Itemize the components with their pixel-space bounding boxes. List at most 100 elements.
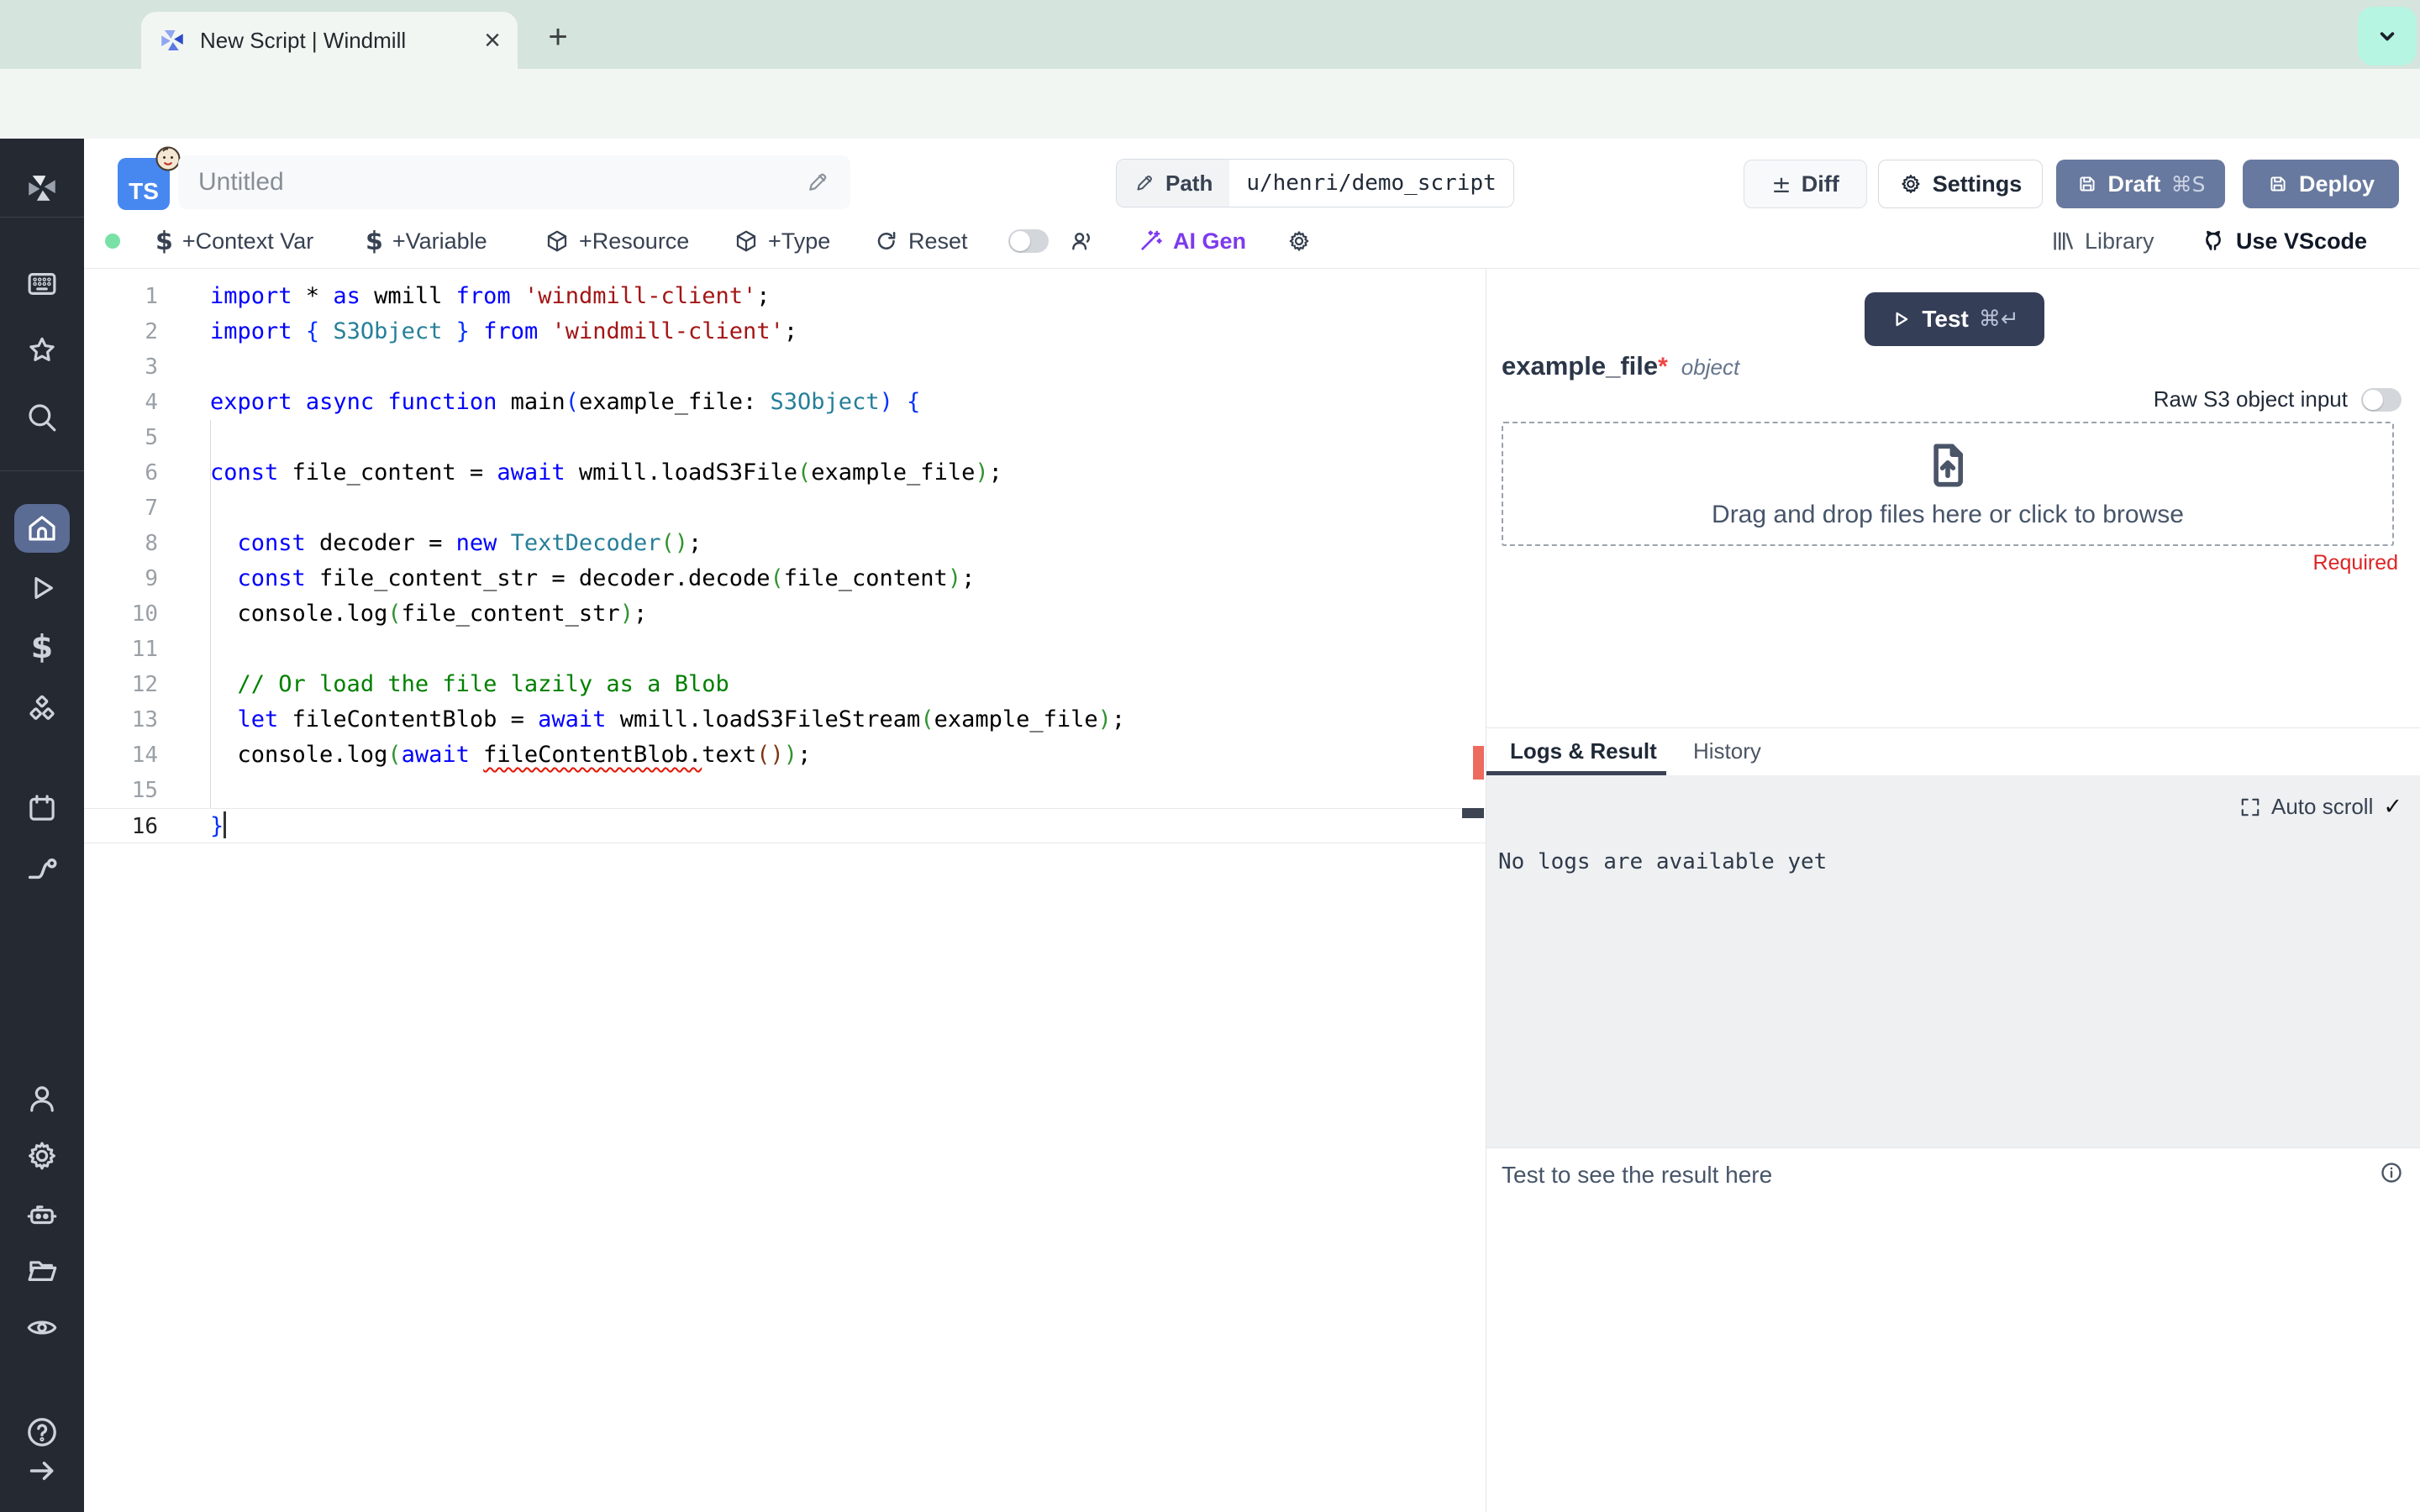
tab-logs-result[interactable]: Logs & Result [1510,738,1657,764]
use-vscode-button[interactable]: Use VScode [2200,214,2367,268]
sidebar-item-variables[interactable]: $ [0,631,84,663]
save-icon [2079,176,2095,192]
add-variable-button[interactable]: $ +Variable [366,214,487,268]
code-line-1[interactable]: 1 import * as wmill from 'windmill-client… [84,279,1486,314]
test-button[interactable]: Test ⌘↵ [1865,292,2044,346]
script-summary-input[interactable]: Untitled [178,155,850,209]
sidebar-item-folders[interactable] [0,1252,84,1288]
sidebar-item-resources[interactable] [0,692,84,727]
info-icon[interactable] [2379,1160,2404,1185]
line-content [158,420,210,455]
diff-mode-toggle[interactable] [1008,214,1049,268]
code-line-2[interactable]: 2 import { S3Object } from 'windmill-clie… [84,314,1486,349]
save-icon [2270,176,2286,192]
auto-scroll-control[interactable]: Auto scroll ✓ [2239,794,2402,820]
line-number: 14 [131,743,158,768]
path-value: u/henri/demo_script [1229,160,1513,207]
code-line-5[interactable]: 5 [84,420,1486,455]
code-line-8[interactable]: 8 const decoder = new TextDecoder(); [84,526,1486,561]
multiplayer-button[interactable] [1069,214,1096,268]
app-sidebar: $ [0,139,84,1512]
gear-icon [1289,231,1309,251]
sidebar-item-workspace[interactable] [0,266,84,302]
add-type-label: +Type [768,228,831,254]
sidebar-item-workers[interactable] [0,1196,84,1231]
ai-gen-label: AI Gen [1173,228,1247,254]
line-content [158,491,210,526]
line-content: console.log(file_content_str); [210,601,648,627]
library-label: Library [2085,228,2154,254]
new-tab-button[interactable]: + [539,18,576,55]
windmill-logo[interactable] [0,171,84,206]
sidebar-item-runs[interactable] [0,570,84,606]
preview-panel: Test ⌘↵ example_file * object Raw S3 obj… [1486,269,2420,1512]
tab-search-button[interactable] [2358,7,2417,66]
sidebar-item-schedules[interactable] [0,790,84,826]
code-line-4[interactable]: 4 export async function main(example_file… [84,385,1486,420]
code-line-10[interactable]: 10 console.log(file_content_str); [84,596,1486,632]
code-line-6[interactable]: 6 const file_content = await wmill.loadS3… [84,455,1486,491]
reset-button[interactable]: Reset [874,214,968,268]
line-content: import * as wmill from 'windmill-client'… [210,283,771,309]
sidebar-item-favorites[interactable] [0,333,84,368]
auto-scroll-label: Auto scroll [2270,794,2374,819]
tab-close-icon[interactable]: × [484,26,501,55]
argument-header: example_file * object [1502,351,1739,381]
overview-ruler-error-marker [1473,746,1484,780]
script-summary-value: Untitled [198,168,284,196]
package-icon [736,230,756,252]
file-dropzone[interactable]: Drag and drop files here or click to bro… [1502,422,2394,546]
line-content: let fileContentBlob = await wmill.loadS3… [237,706,1126,732]
sidebar-item-user[interactable] [0,1081,84,1116]
sidebar-item-audit[interactable] [0,1310,84,1345]
code-line-3[interactable]: 3 [84,349,1486,385]
line-content: const file_content = await wmill.loadS3F… [210,459,1002,486]
line-number: 11 [131,637,158,662]
browser-tab[interactable]: New Script | Windmill × [141,12,518,69]
draft-button[interactable]: Draft ⌘S [2056,160,2225,208]
settings-button[interactable]: Settings [1878,160,2043,208]
deploy-button[interactable]: Deploy [2243,160,2399,208]
ai-gen-button[interactable]: AI Gen [1137,214,1246,268]
draft-label: Draft [2107,171,2161,197]
code-editor[interactable]: 1 import * as wmill from 'windmill-client… [84,269,1486,1512]
toggle-off[interactable] [1008,229,1049,253]
add-resource-button[interactable]: +Resource [544,214,689,268]
add-resource-label: +Resource [579,228,690,254]
add-context-var-button[interactable]: $ +Context Var [155,214,313,268]
code-line-12[interactable]: 12 // Or load the file lazily as a Blob [84,667,1486,702]
sidebar-item-settings[interactable] [0,1138,84,1173]
required-asterisk: * [1658,353,1668,381]
line-number: 9 [145,566,158,591]
code-line-9[interactable]: 9 const file_content_str = decoder.decod… [84,561,1486,596]
raw-s3-toggle[interactable] [2361,387,2402,412]
file-upload-icon [1933,444,1963,487]
code-line-15[interactable]: 15 [84,773,1486,808]
status-dot [105,234,120,249]
tab-title: New Script | Windmill [200,27,407,53]
overview-ruler-cursor-marker [1462,808,1484,818]
chevron-down-icon [2380,32,2395,41]
sidebar-item-home[interactable] [0,511,84,546]
tab-history[interactable]: History [1693,738,1761,764]
sidebar-item-search[interactable] [0,400,84,435]
sidebar-item-flows[interactable] [0,853,84,888]
package-icon [547,230,567,252]
result-panel: Test to see the result here [1486,1147,2420,1512]
sidebar-item-help[interactable] [0,1414,84,1451]
sidebar-expand-icon[interactable] [0,1454,84,1488]
line-number: 5 [145,425,158,450]
code-line-13[interactable]: 13 let fileContentBlob = await wmill.loa… [84,702,1486,738]
line-content: import { S3Object } from 'windmill-clien… [210,318,798,344]
script-path-control[interactable]: Path u/henri/demo_script [1116,159,1514,207]
code-line-11[interactable]: 11 [84,632,1486,667]
library-button[interactable]: Library [2050,214,2154,268]
add-context-var-label: +Context Var [182,228,314,254]
code-line-16[interactable]: 16} [84,808,1486,843]
editor-settings-button[interactable] [1286,214,1312,268]
deploy-label: Deploy [2298,171,2375,197]
code-line-14[interactable]: 14 console.log(await fileContentBlob.tex… [84,738,1486,773]
code-line-7[interactable]: 7 [84,491,1486,526]
add-type-button[interactable]: +Type [734,214,830,268]
diff-button[interactable]: ± Diff [1744,160,1867,208]
